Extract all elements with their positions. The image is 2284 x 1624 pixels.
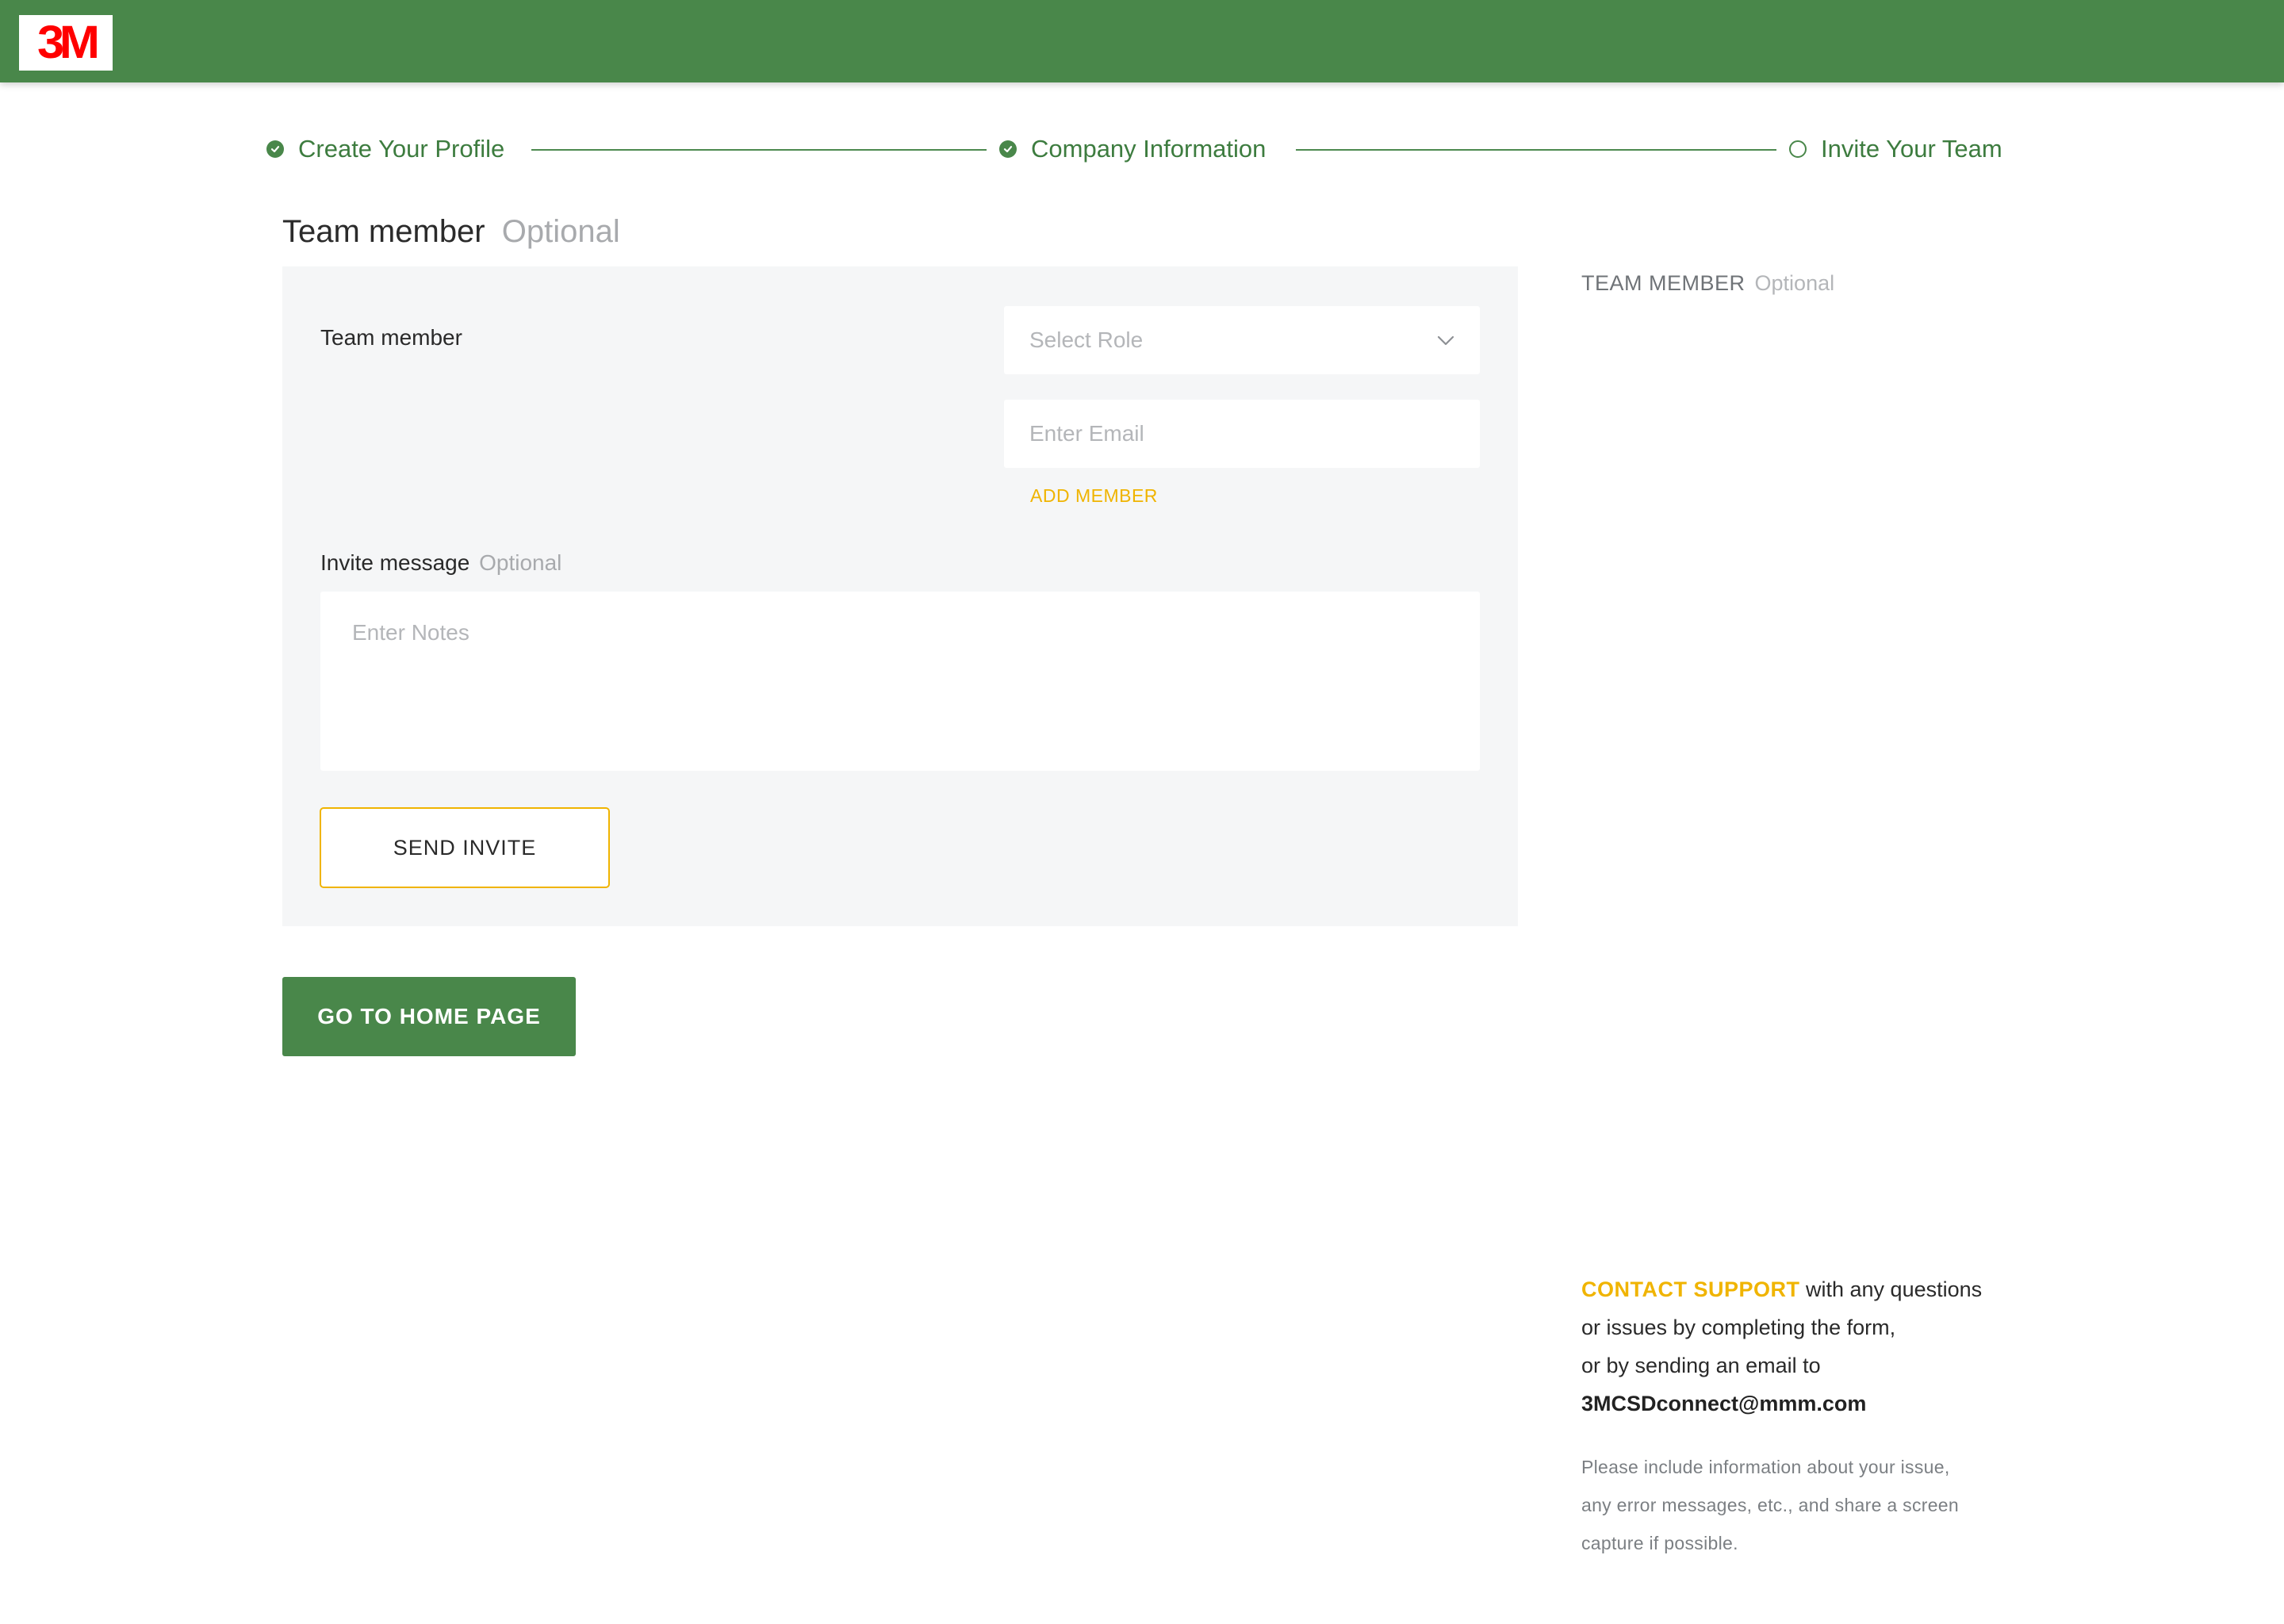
section-title: Team member Optional xyxy=(282,214,620,250)
check-circle-icon xyxy=(266,140,284,158)
step-company-information[interactable]: Company Information xyxy=(999,133,1266,165)
support-line-2: or issues by completing the form, xyxy=(1581,1316,1896,1339)
step-label: Company Information xyxy=(1031,135,1267,163)
invite-message-label-text: Invite message xyxy=(320,550,470,575)
team-member-label: Team member xyxy=(320,325,462,350)
step-label: Invite Your Team xyxy=(1821,135,2002,163)
step-create-profile[interactable]: Create Your Profile xyxy=(266,133,504,165)
support-line-3: or by sending an email to xyxy=(1581,1354,1821,1377)
support-note-line-2: any error messages, etc., and share a sc… xyxy=(1581,1495,1959,1515)
3m-logo[interactable]: 3M xyxy=(19,15,113,71)
support-email[interactable]: 3MCSDconnect@mmm.com xyxy=(1581,1385,2089,1423)
support-line-1: CONTACT SUPPORT with any questions xyxy=(1581,1270,2089,1308)
notes-textarea[interactable] xyxy=(320,592,1480,771)
step-invite-team[interactable]: Invite Your Team xyxy=(1789,133,2002,165)
optional-tag: Optional xyxy=(501,214,620,249)
add-member-link[interactable]: ADD MEMBER xyxy=(1030,485,1158,507)
go-to-home-button[interactable]: GO TO HOME PAGE xyxy=(282,977,576,1056)
support-note-line-1: Please include information about your is… xyxy=(1581,1457,1950,1477)
chevron-down-icon xyxy=(1435,330,1456,356)
sidebar-title-text: TEAM MEMBER xyxy=(1581,271,1746,295)
support-text-1: with any questions xyxy=(1799,1277,1983,1301)
contact-support-link[interactable]: CONTACT SUPPORT xyxy=(1581,1277,1800,1301)
contact-support-block: CONTACT SUPPORT with any questions or is… xyxy=(1581,1270,2089,1423)
optional-tag: Optional xyxy=(479,550,562,575)
check-circle-icon xyxy=(999,140,1017,158)
email-input[interactable] xyxy=(1004,400,1480,468)
role-select[interactable]: Select Role xyxy=(1004,306,1480,374)
optional-tag: Optional xyxy=(1754,271,1835,295)
logo-text: 3M xyxy=(36,17,100,68)
step-connector xyxy=(1296,149,1776,151)
step-label: Create Your Profile xyxy=(298,135,505,163)
support-note: Please include information about your is… xyxy=(1581,1448,2025,1562)
role-select-placeholder: Select Role xyxy=(1029,327,1144,352)
invite-form-panel: Team member Select Role ADD MEMBER Invit… xyxy=(282,266,1518,926)
sidebar-title: TEAM MEMBER Optional xyxy=(1581,271,1834,296)
section-title-text: Team member xyxy=(282,214,485,249)
step-connector xyxy=(531,149,987,151)
empty-circle-icon xyxy=(1789,140,1807,158)
support-note-line-3: capture if possible. xyxy=(1581,1533,1738,1553)
top-app-bar: 3M xyxy=(0,0,2284,82)
send-invite-button[interactable]: SEND INVITE xyxy=(320,807,610,888)
invite-message-label: Invite message Optional xyxy=(320,550,561,576)
